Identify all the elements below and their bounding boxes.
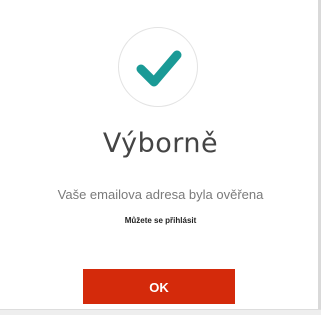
dialog-title: Výborně [102, 128, 219, 159]
checkmark-icon [136, 50, 182, 87]
login-hint: Můžete se přihlásit [124, 216, 197, 225]
dialog-bottom-border [0, 309, 321, 315]
confirmation-dialog: Výborně Vaše emailova adresa byla ověřen… [0, 0, 321, 315]
success-badge [118, 27, 198, 107]
verification-message: Vaše emailova adresa byla ověřena [57, 187, 264, 202]
ok-button[interactable]: OK [83, 269, 235, 304]
